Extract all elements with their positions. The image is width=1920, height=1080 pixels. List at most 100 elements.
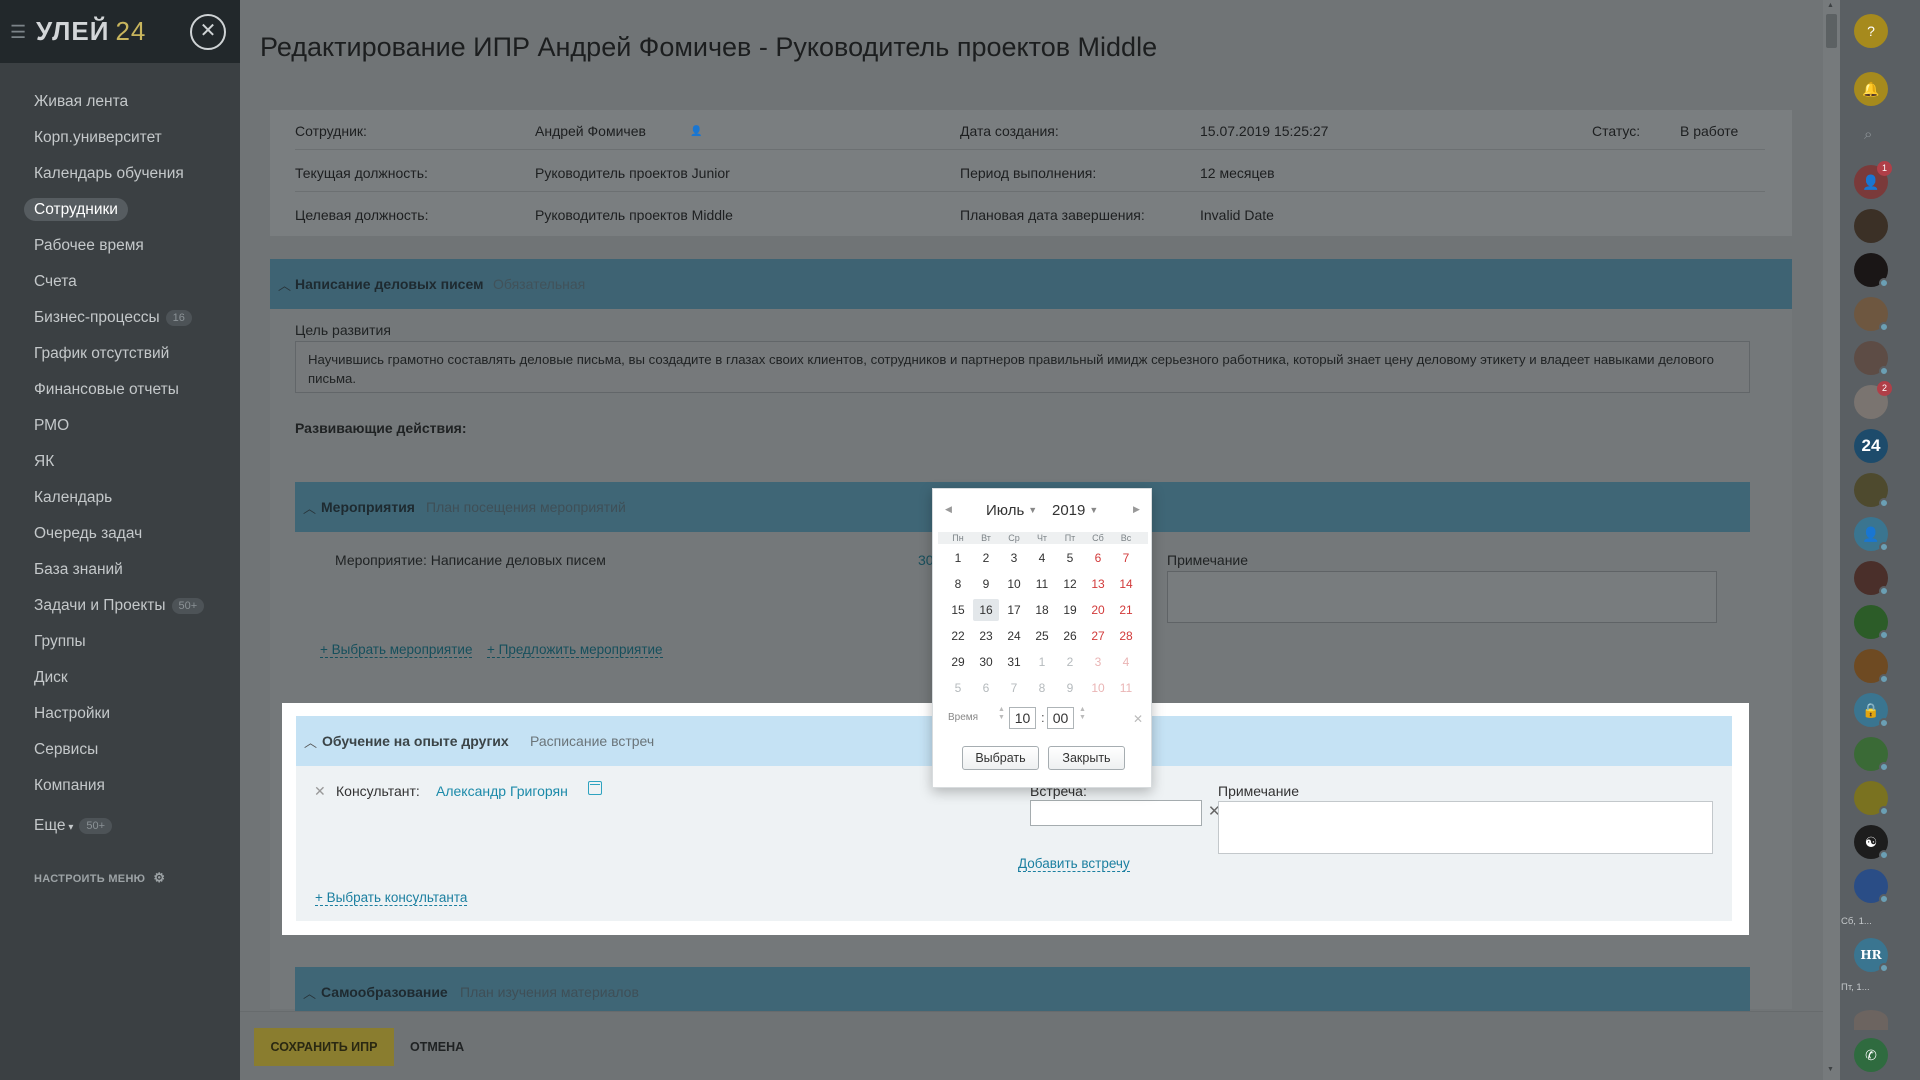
meeting-date-input[interactable] — [1030, 800, 1202, 826]
select-date-button[interactable]: Выбрать — [962, 746, 1039, 770]
day-cell[interactable]: 6 — [1085, 547, 1111, 569]
sidebar-item[interactable]: Еще ▾ 50+ — [0, 812, 240, 848]
day-cell[interactable]: 21 — [1113, 599, 1139, 621]
remove-consultant-icon[interactable]: ✕ — [314, 783, 326, 800]
day-cell[interactable]: 22 — [945, 625, 971, 647]
day-cell[interactable]: 3 — [1085, 651, 1111, 673]
sidebar-item[interactable]: Диск — [0, 664, 240, 700]
chevron-up-icon[interactable]: ︿ — [303, 498, 316, 517]
day-cell[interactable]: 9 — [973, 573, 999, 595]
sidebar-item[interactable]: Календарь обучения — [0, 160, 240, 196]
avatar[interactable]: 🔒 — [1854, 693, 1889, 728]
day-cell[interactable]: 16 — [973, 599, 999, 621]
chevron-up-icon[interactable]: ︿ — [304, 732, 317, 751]
day-cell[interactable]: 25 — [1029, 625, 1055, 647]
sidebar-item[interactable]: Сотрудники — [0, 196, 240, 232]
day-cell[interactable]: 2 — [973, 547, 999, 569]
day-cell[interactable]: 28 — [1113, 625, 1139, 647]
day-cell[interactable]: 5 — [1057, 547, 1083, 569]
avatar[interactable]: 24 — [1854, 429, 1888, 463]
day-cell[interactable]: 2 — [1057, 651, 1083, 673]
avatar[interactable] — [1854, 297, 1889, 332]
day-cell[interactable]: 1 — [945, 547, 971, 569]
avatar[interactable] — [1854, 561, 1889, 596]
competency-header[interactable]: ︿ Написание деловых писем Обязательная — [270, 259, 1792, 309]
day-cell[interactable]: 30 — [973, 651, 999, 673]
avatar[interactable] — [1854, 781, 1889, 816]
day-cell[interactable]: 23 — [973, 625, 999, 647]
day-cell[interactable]: 27 — [1085, 625, 1111, 647]
year-select[interactable]: 2019 ▼ — [1052, 502, 1098, 519]
day-cell[interactable]: 24 — [1001, 625, 1027, 647]
sidebar-item[interactable]: Рабочее время — [0, 232, 240, 268]
self-education-header[interactable]: ︿ Самообразование План изучения материал… — [295, 967, 1750, 1017]
scroll-up-icon[interactable]: ▲ — [1827, 2, 1834, 9]
avatar[interactable] — [1854, 737, 1889, 772]
cancel-button[interactable]: ОТМЕНА — [410, 1040, 464, 1054]
scroll-down-icon[interactable]: ▼ — [1827, 1066, 1834, 1073]
minute-input[interactable]: 00 — [1047, 707, 1074, 729]
configure-menu-button[interactable]: НАСТРОИТЬ МЕНЮ ⚙ — [34, 870, 165, 886]
consultant-link[interactable]: Александр Григорян — [436, 783, 568, 799]
add-meeting-link[interactable]: Добавить встречу — [1018, 856, 1130, 872]
clear-time-icon[interactable]: ✕ — [1133, 712, 1143, 726]
day-cell[interactable]: 19 — [1057, 599, 1083, 621]
avatar[interactable] — [1854, 253, 1889, 288]
chevron-up-icon[interactable]: ︿ — [303, 983, 316, 1002]
day-cell[interactable]: 11 — [1029, 573, 1055, 595]
day-cell[interactable]: 7 — [1113, 547, 1139, 569]
sidebar-item[interactable]: ЯК — [0, 448, 240, 484]
avatar[interactable]: 👤 1 — [1854, 161, 1892, 199]
help-icon[interactable]: ? — [1854, 14, 1888, 48]
day-cell[interactable]: 26 — [1057, 625, 1083, 647]
day-cell[interactable]: 29 — [945, 651, 971, 673]
chevron-up-icon[interactable]: ︿ — [278, 275, 291, 294]
close-icon[interactable]: ✕ — [190, 14, 226, 50]
avatar[interactable] — [1854, 473, 1889, 508]
search-icon[interactable]: ⌕ — [1864, 126, 1872, 143]
scroll-thumb[interactable] — [1826, 14, 1837, 48]
next-month-icon[interactable]: ▶ — [1133, 504, 1140, 515]
sidebar-item[interactable]: РМО — [0, 412, 240, 448]
day-cell[interactable]: 4 — [1113, 651, 1139, 673]
sidebar-item[interactable]: Группы — [0, 628, 240, 664]
day-cell[interactable]: 18 — [1029, 599, 1055, 621]
avatar[interactable]: 👤 — [1854, 517, 1889, 552]
day-cell[interactable]: 31 — [1001, 651, 1027, 673]
minute-up-icon[interactable]: ▲ ▼ — [1079, 706, 1086, 722]
sidebar-item[interactable]: Бизнес-процессы 16 — [0, 304, 240, 340]
save-ipr-button[interactable]: СОХРАНИТЬ ИПР — [254, 1028, 394, 1066]
sidebar-item[interactable]: База знаний — [0, 556, 240, 592]
hour-input[interactable]: 10 — [1009, 707, 1036, 729]
goal-textarea[interactable]: Научившись грамотно составлять деловые п… — [295, 341, 1750, 393]
month-select[interactable]: Июль ▼ — [986, 502, 1037, 519]
avatar[interactable] — [1854, 209, 1888, 243]
employee-link[interactable]: Андрей Фомичев — [535, 123, 646, 139]
event-note-textarea[interactable] — [1167, 571, 1717, 623]
day-cell[interactable]: 6 — [973, 677, 999, 699]
avatar[interactable] — [1854, 605, 1889, 640]
hour-up-icon[interactable]: ▲ ▼ — [998, 706, 1005, 722]
sidebar-item[interactable]: Финансовые отчеты — [0, 376, 240, 412]
day-cell[interactable]: 3 — [1001, 547, 1027, 569]
day-cell[interactable]: 15 — [945, 599, 971, 621]
day-cell[interactable]: 8 — [945, 573, 971, 595]
menu-icon[interactable]: ☰ — [10, 22, 26, 42]
day-cell[interactable]: 12 — [1057, 573, 1083, 595]
close-picker-button[interactable]: Закрыть — [1048, 746, 1125, 770]
day-cell[interactable]: 1 — [1029, 651, 1055, 673]
select-consultant-link[interactable]: + Выбрать консультанта — [315, 890, 468, 906]
day-cell[interactable]: 14 — [1113, 573, 1139, 595]
logo[interactable]: УЛЕЙ 24 — [36, 16, 146, 47]
day-cell[interactable]: 5 — [945, 677, 971, 699]
prev-month-icon[interactable]: ◀ — [945, 504, 952, 515]
sidebar-item[interactable]: Календарь — [0, 484, 240, 520]
sidebar-item[interactable]: Настройки — [0, 700, 240, 736]
sidebar-item[interactable]: Очередь задач — [0, 520, 240, 556]
scrollbar[interactable]: ▲ ▼ — [1823, 0, 1840, 1080]
day-cell[interactable]: 17 — [1001, 599, 1027, 621]
sidebar-item[interactable]: Сервисы — [0, 736, 240, 772]
avatar[interactable] — [1854, 869, 1889, 904]
sidebar-item[interactable]: Корп.университет — [0, 124, 240, 160]
select-event-link[interactable]: + Выбрать мероприятие — [320, 642, 473, 658]
